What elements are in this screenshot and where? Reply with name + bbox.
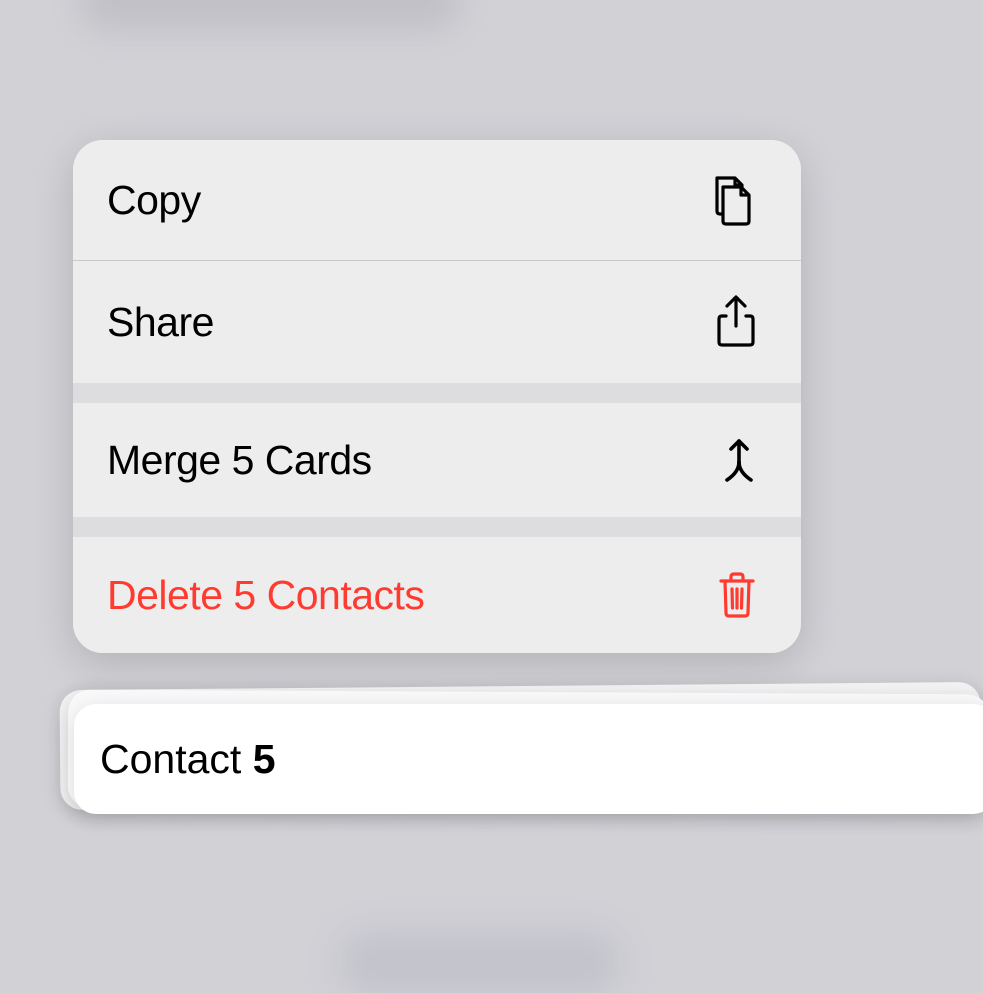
delete-menu-item[interactable]: Delete 5 Contacts [73, 537, 801, 653]
stacked-card-front[interactable]: Contact 5 [74, 704, 983, 814]
menu-section-divider [73, 517, 801, 537]
trash-icon [715, 570, 759, 620]
menu-section-divider [73, 383, 801, 403]
share-icon [713, 294, 759, 350]
share-menu-item[interactable]: Share [73, 261, 801, 383]
background-blur-bottom [340, 933, 620, 993]
merge-menu-item[interactable]: Merge 5 Cards [73, 403, 801, 517]
background-blur-top [80, 0, 460, 30]
copy-icon [709, 173, 759, 227]
context-menu: Copy Share Merge 5 Cards [73, 140, 801, 653]
contacts-card-stack: Contact 5 [62, 680, 982, 860]
card-title-number: 5 [253, 736, 276, 782]
share-label: Share [107, 299, 214, 346]
card-title: Contact 5 [100, 736, 276, 783]
copy-label: Copy [107, 177, 201, 224]
merge-icon [719, 436, 759, 484]
delete-label: Delete 5 Contacts [107, 572, 424, 619]
merge-label: Merge 5 Cards [107, 437, 372, 484]
copy-menu-item[interactable]: Copy [73, 140, 801, 260]
card-title-prefix: Contact [100, 736, 253, 782]
